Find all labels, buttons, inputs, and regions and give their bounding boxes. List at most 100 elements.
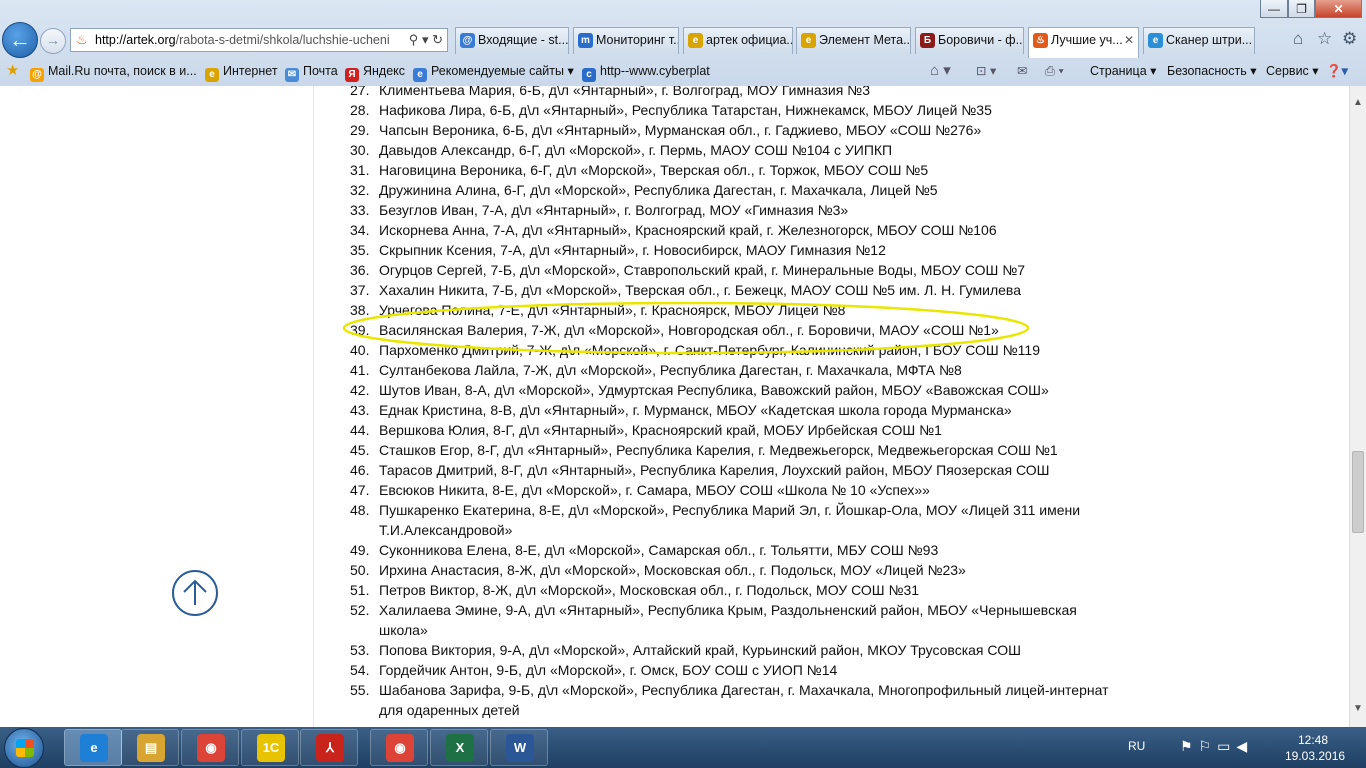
list-item-number: 41.: [350, 362, 370, 378]
menu-security[interactable]: Безопасность ▾: [1167, 58, 1256, 84]
taskbar-app-2[interactable]: ▤: [121, 729, 179, 766]
favorites-star-icon[interactable]: ☆: [1317, 29, 1332, 49]
list-item-number: 43.: [350, 402, 370, 418]
list-item-number: 51.: [350, 582, 370, 598]
list-item: 41. Султанбекова Лайла, 7-Ж, д\л «Морской…: [350, 360, 1110, 380]
tab-3[interactable]: e артек официа...: [683, 27, 793, 54]
list-item-text: Сташков Егор, 8-Г, д\л «Янтарный», Респу…: [379, 442, 1058, 458]
dropdown-icon[interactable]: ▾: [422, 32, 429, 47]
taskbar-app-6[interactable]: ◉: [370, 729, 428, 766]
language-indicator[interactable]: RU: [1128, 739, 1145, 753]
scrollbar-thumb[interactable]: [1352, 451, 1364, 533]
search-icon[interactable]: ⚲: [409, 32, 419, 47]
list-item-number: 45.: [350, 442, 370, 458]
list-item-text: Дружинина Алина, 6-Г, д\л «Морской», Рес…: [379, 182, 938, 198]
app-icon: ▤: [137, 734, 165, 762]
favorite-link-5[interactable]: e Рекомендуемые сайты ▾: [413, 58, 574, 84]
tab-2[interactable]: m Мониторинг т...: [573, 27, 679, 54]
favorite-icon: e: [205, 68, 219, 82]
help-icon[interactable]: ❓▾: [1326, 58, 1348, 84]
close-tab-icon[interactable]: ✕: [1124, 28, 1134, 53]
vertical-scrollbar[interactable]: ▲ ▼: [1349, 86, 1366, 727]
home-dropdown-icon[interactable]: ⌂ ▾: [930, 58, 951, 84]
browser-chrome: — ❐ ✕ ← → ♨ http://artek.org/rabota-s-de…: [0, 0, 1366, 87]
maximize-button[interactable]: ❐: [1288, 0, 1315, 18]
favorite-link-6[interactable]: c http--www.cyberplat: [582, 58, 710, 84]
list-item-number: 31.: [350, 162, 370, 178]
list-item-text: Чапсын Вероника, 6-Б, д\л «Янтарный», Му…: [379, 122, 982, 138]
refresh-icon[interactable]: ↻: [432, 32, 443, 47]
menu-tools[interactable]: Сервис ▾: [1266, 58, 1319, 84]
address-bar[interactable]: ♨ http://artek.org/rabota-s-detmi/shkola…: [70, 28, 448, 52]
tab-favicon-icon: m: [578, 33, 593, 48]
taskbar-app-8[interactable]: W: [490, 729, 548, 766]
list-item: 37. Хахалин Никита, 7-Б, д\л «Морской», Т…: [350, 280, 1110, 300]
list-item: 55. Шабанова Зарифа, 9-Б, д\л «Морской», …: [350, 680, 1110, 720]
favorite-label: http--www.cyberplat: [600, 64, 710, 78]
forward-button[interactable]: →: [40, 28, 66, 54]
settings-gear-icon[interactable]: ⚙: [1342, 29, 1357, 49]
scroll-up-arrow-icon[interactable]: ▲: [1350, 94, 1366, 111]
tab-6[interactable]: ♨ Лучшие уч... ✕: [1028, 27, 1139, 58]
list-item: 42. Шутов Иван, 8-А, д\л «Морской», Удмур…: [350, 380, 1110, 400]
list-item-text: Скрыпник Ксения, 7-А, д\л «Янтарный», г.…: [379, 242, 886, 258]
favorite-link-1[interactable]: @ Mail.Ru почта, поиск в и...: [30, 58, 197, 84]
list-item: 32. Дружинина Алина, 6-Г, д\л «Морской», …: [350, 180, 1110, 200]
tab-7[interactable]: e Сканер штри...: [1143, 27, 1255, 54]
page-content: 27. Климентьева Мария, 6-Б, д\л «Янтарный…: [0, 86, 1349, 727]
list-item-number: 27.: [350, 86, 370, 98]
list-item-text: Огурцов Сергей, 7-Б, д\л «Морской», Став…: [379, 262, 1026, 278]
feeds-icon[interactable]: ⊡ ▾: [976, 58, 996, 84]
mail-icon[interactable]: ✉: [1017, 58, 1027, 84]
taskbar-app-4[interactable]: 1С: [241, 729, 299, 766]
clock-time[interactable]: 12:48: [1298, 733, 1328, 747]
list-item: 50. Ирхина Анастасия, 8-Ж, д\л «Морской»,…: [350, 560, 1110, 580]
left-panel: [0, 86, 314, 727]
scroll-down-arrow-icon[interactable]: ▼: [1350, 700, 1366, 717]
menu-page[interactable]: Страница ▾: [1090, 58, 1156, 84]
tab-4[interactable]: e Элемент Мета...: [796, 27, 911, 54]
list-item: 34. Искорнева Анна, 7-А, д\л «Янтарный», …: [350, 220, 1110, 240]
windows-logo-icon: [16, 739, 34, 757]
taskbar-app-1[interactable]: e: [64, 729, 122, 766]
taskbar-app-7[interactable]: X: [430, 729, 488, 766]
navigation-row: ← → ♨ http://artek.org/rabota-s-detmi/sh…: [0, 22, 1366, 58]
list-item: 45. Сташков Егор, 8-Г, д\л «Янтарный», Ре…: [350, 440, 1110, 460]
tab-label: Лучшие уч...: [1051, 33, 1123, 47]
taskbar-app-3[interactable]: ◉: [181, 729, 239, 766]
favorite-icon: ✉: [285, 68, 299, 82]
list-item-text: Султанбекова Лайла, 7-Ж, д\л «Морской», …: [379, 362, 962, 378]
list-item: 33. Безуглов Иван, 7-А, д\л «Янтарный», г…: [350, 200, 1110, 220]
print-icon[interactable]: ⎙ ▾: [1045, 58, 1064, 84]
favorites-star-icon[interactable]: ★: [6, 58, 19, 84]
clock-date[interactable]: 19.03.2016: [1285, 749, 1345, 763]
close-window-button[interactable]: ✕: [1315, 0, 1362, 18]
list-item-number: 32.: [350, 182, 370, 198]
favorite-label: Интернет: [223, 64, 278, 78]
list-item: 31. Наговицина Вероника, 6-Г, д\л «Морско…: [350, 160, 1110, 180]
tab-1[interactable]: @ Входящие - st...: [455, 27, 569, 54]
address-actions: ⚲ ▾ ↻: [405, 29, 443, 51]
favorite-icon: Я: [345, 68, 359, 82]
tab-5[interactable]: Б Боровичи - ф...: [915, 27, 1024, 54]
list-item: 44. Вершкова Юлия, 8-Г, д\л «Янтарный», К…: [350, 420, 1110, 440]
favorite-link-2[interactable]: e Интернет: [205, 58, 278, 84]
back-button[interactable]: ←: [2, 22, 38, 58]
list-item: 43. Еднак Кристина, 8-В, д\л «Янтарный», …: [350, 400, 1110, 420]
list-item-text: Нафикова Лира, 6-Б, д\л «Янтарный», Респ…: [379, 102, 992, 118]
favorite-link-4[interactable]: Я Яндекс: [345, 58, 405, 84]
scroll-to-top-button[interactable]: [172, 570, 218, 616]
list-item-text: Климентьева Мария, 6-Б, д\л «Янтарный», …: [379, 86, 870, 98]
taskbar-app-5[interactable]: ⅄: [300, 729, 358, 766]
home-icon[interactable]: ⌂: [1293, 29, 1303, 49]
app-icon: ◉: [197, 734, 225, 762]
tray-icons[interactable]: ⚑⚐▭◀: [1180, 738, 1253, 755]
list-item-number: 28.: [350, 102, 370, 118]
list-item-text: Еднак Кристина, 8-В, д\л «Янтарный», г. …: [379, 402, 1012, 418]
list-item-text: Безуглов Иван, 7-А, д\л «Янтарный», г. В…: [379, 202, 849, 218]
minimize-button[interactable]: —: [1260, 0, 1288, 18]
list-item: 28. Нафикова Лира, 6-Б, д\л «Янтарный», Р…: [350, 100, 1110, 120]
favorite-link-3[interactable]: ✉ Почта: [285, 58, 338, 84]
list-item-number: 33.: [350, 202, 370, 218]
start-button[interactable]: [4, 728, 44, 768]
